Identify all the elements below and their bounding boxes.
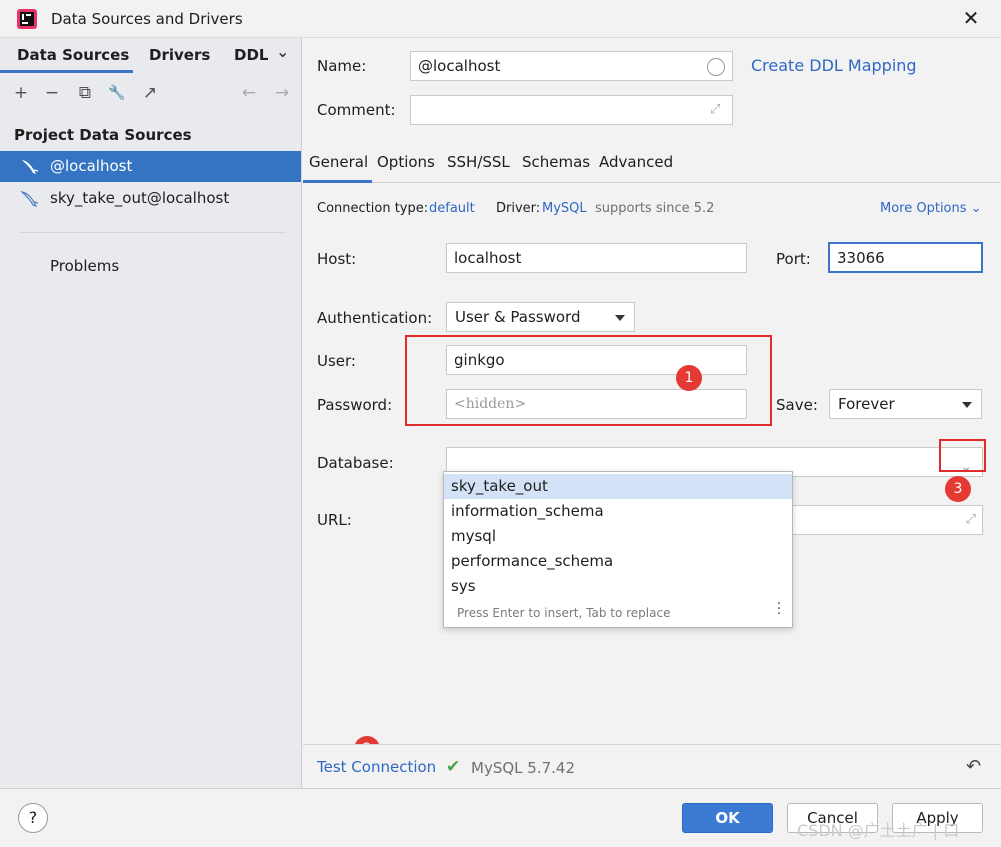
data-source-item[interactable]: sky_take_out@localhost [0, 183, 301, 214]
connection-status: MySQL 5.7.42 [471, 759, 575, 777]
save-dropdown[interactable]: Forever [829, 389, 982, 419]
color-circle-icon[interactable] [707, 58, 725, 76]
goto-icon[interactable]: ↗ [139, 82, 161, 104]
dropdown-arrow-icon [962, 402, 972, 408]
port-input[interactable]: 33066 [828, 242, 983, 273]
host-input[interactable]: localhost [446, 243, 747, 273]
tab-schemas[interactable]: Schemas [522, 153, 590, 171]
annotation-box [405, 335, 772, 426]
tab-ddl[interactable]: DDL [234, 46, 268, 64]
mysql-dolphin-icon [20, 190, 40, 208]
save-value: Forever [838, 395, 895, 413]
popup-item[interactable]: performance_schema [444, 549, 792, 574]
authentication-dropdown[interactable]: User & Password [446, 302, 635, 332]
url-label: URL: [317, 511, 352, 529]
expand-icon[interactable]: ⤢ [966, 512, 976, 528]
left-panel: Data Sources Drivers DDL ⌄ + − ⧉ 🔧 ↗ ← →… [0, 38, 302, 788]
window-title: Data Sources and Drivers [51, 10, 243, 28]
name-label: Name: [317, 57, 367, 75]
help-button[interactable]: ? [18, 803, 48, 833]
connection-type-label: Connection type: [317, 201, 429, 216]
database-autocomplete-popup: sky_take_out information_schema mysql pe… [443, 471, 793, 628]
annotation-badge: 3 [945, 476, 971, 502]
tab-general[interactable]: General [309, 153, 368, 171]
data-source-item[interactable]: @localhost [0, 151, 301, 182]
tab-drivers[interactable]: Drivers [149, 46, 210, 64]
problems-item[interactable]: Problems [50, 257, 119, 275]
password-label: Password: [317, 396, 393, 414]
test-connection-link[interactable]: Test Connection [317, 758, 436, 776]
tab-ssh-ssl[interactable]: SSH/SSL [447, 153, 510, 171]
user-label: User: [317, 352, 356, 370]
host-label: Host: [317, 250, 357, 268]
popup-item[interactable]: sky_take_out [444, 474, 792, 499]
comment-label: Comment: [317, 101, 396, 119]
tab-options[interactable]: Options [377, 153, 435, 171]
back-arrow-icon[interactable]: ← [238, 82, 260, 104]
data-source-label: sky_take_out@localhost [50, 189, 230, 207]
ok-button[interactable]: OK [682, 803, 773, 833]
name-value: @localhost [418, 57, 501, 75]
driver-link[interactable]: MySQL [542, 201, 587, 216]
url-input[interactable]: ⤢ [792, 505, 983, 535]
intellij-app-icon [17, 9, 37, 29]
check-icon: ✔ [446, 757, 461, 777]
more-vertical-icon[interactable]: · · · [775, 597, 783, 621]
divider [20, 232, 286, 233]
data-source-label: @localhost [50, 157, 133, 175]
comment-input[interactable]: ⤢ [410, 95, 733, 125]
forward-arrow-icon[interactable]: → [271, 82, 293, 104]
watermark: CSDN @广土土广 | 口 [797, 821, 960, 840]
mysql-dolphin-icon [20, 158, 40, 176]
driver-label: Driver: [496, 201, 541, 216]
tab-data-sources[interactable]: Data Sources [17, 46, 129, 64]
name-input[interactable]: @localhost [410, 51, 733, 81]
connection-type-link[interactable]: default [429, 201, 475, 216]
active-tab-underline [0, 70, 133, 73]
add-icon[interactable]: + [10, 82, 32, 104]
popup-item[interactable]: sys [444, 574, 792, 599]
more-options-label: More Options [880, 201, 967, 216]
tab-advanced[interactable]: Advanced [599, 153, 673, 171]
driver-note: supports since 5.2 [595, 201, 715, 216]
revert-icon[interactable]: ↶ [966, 756, 981, 777]
chevron-down-icon: ⌄ [970, 201, 982, 216]
tabs-more-chevron-icon[interactable]: ⌄ [276, 42, 289, 61]
authentication-value: User & Password [455, 308, 581, 326]
popup-item[interactable]: mysql [444, 524, 792, 549]
popup-item[interactable]: information_schema [444, 499, 792, 524]
database-label: Database: [317, 454, 394, 472]
port-label: Port: [776, 250, 811, 268]
active-tab-underline [303, 180, 372, 183]
annotation-box [939, 439, 986, 472]
wrench-icon[interactable]: 🔧 [106, 82, 128, 104]
close-icon[interactable]: ✕ [960, 6, 982, 30]
create-ddl-mapping-link[interactable]: Create DDL Mapping [751, 56, 917, 75]
popup-hint: Press Enter to insert, Tab to replace [457, 606, 671, 620]
authentication-label: Authentication: [317, 309, 433, 327]
more-options-link[interactable]: More Options ⌄ [880, 201, 982, 216]
project-data-sources-header: Project Data Sources [14, 126, 192, 144]
annotation-badge: 1 [676, 365, 702, 391]
save-label: Save: [776, 396, 818, 414]
dropdown-arrow-icon [615, 315, 625, 321]
remove-icon[interactable]: − [41, 82, 63, 104]
expand-icon[interactable]: ⤢ [710, 102, 726, 118]
duplicate-icon[interactable]: ⧉ [74, 82, 96, 104]
